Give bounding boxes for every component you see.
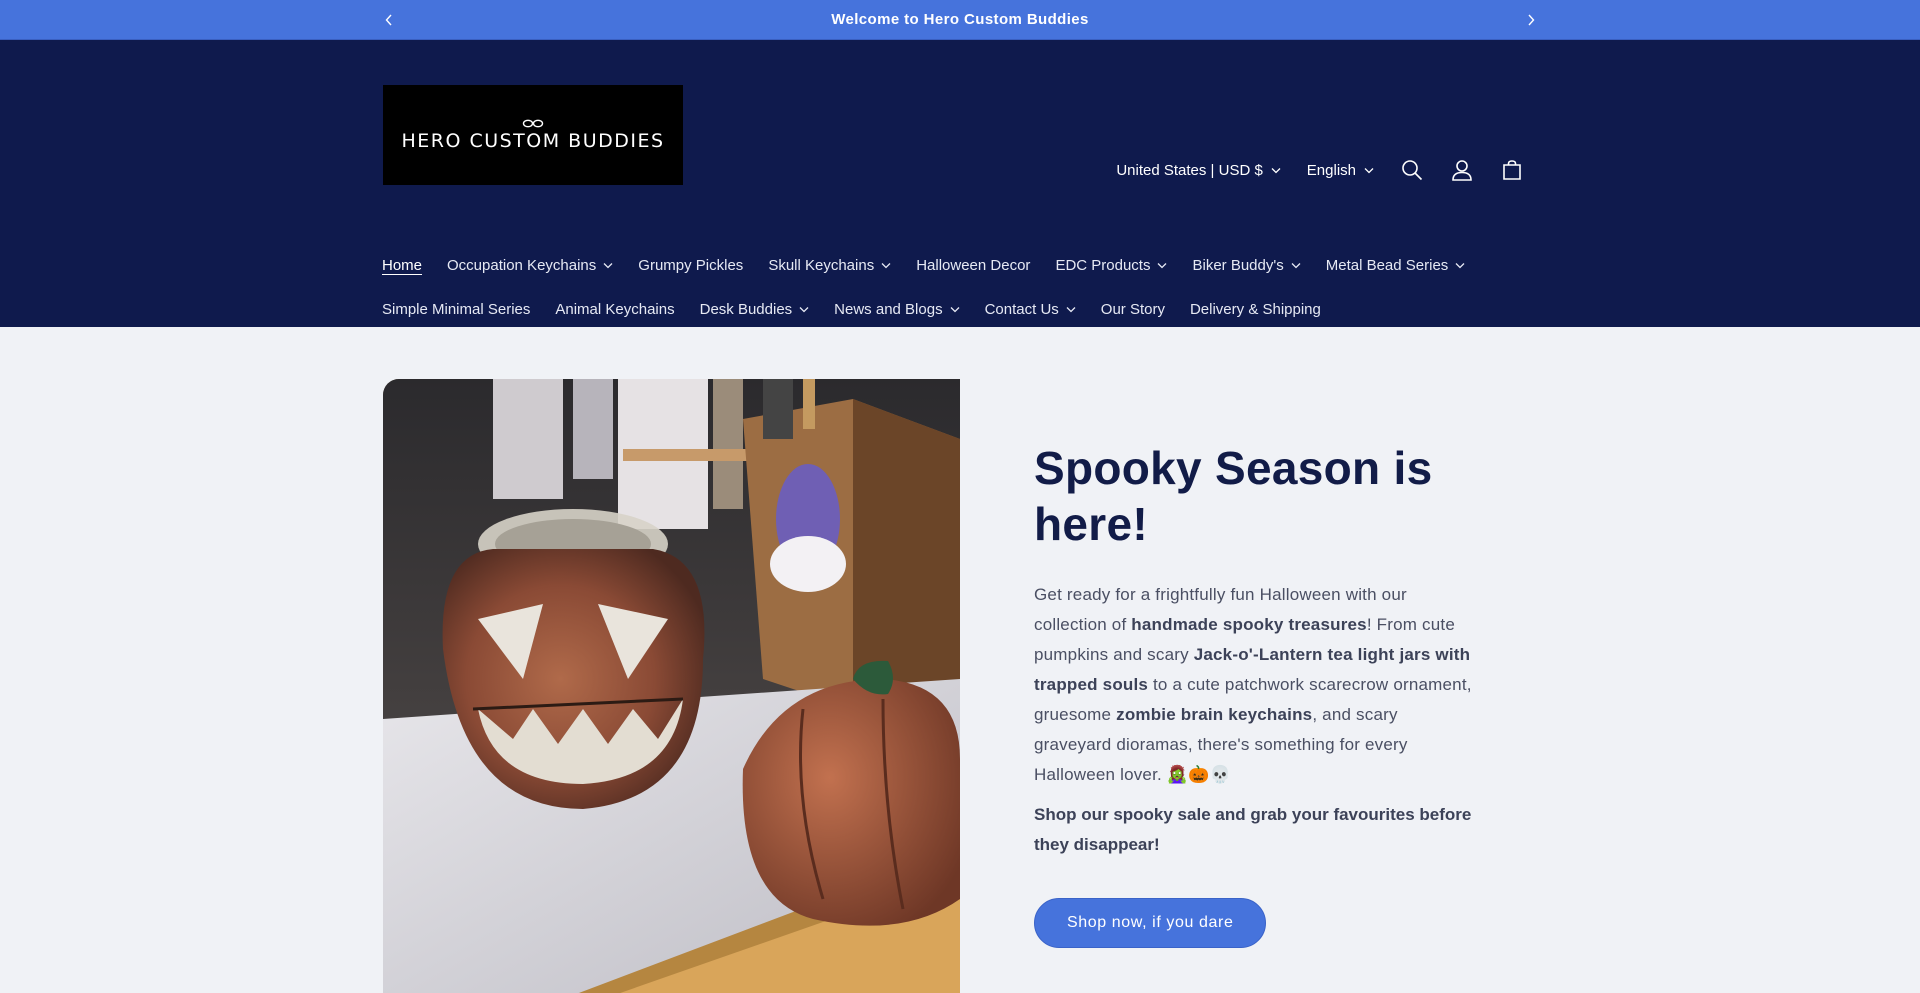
nav-item-label: Halloween Decor: [916, 256, 1031, 274]
nav-row: Home Occupation Keychains Grumpy Pickles Sk…: [382, 245, 1542, 285]
nav-item-simple-minimal-series[interactable]: Simple Minimal Series: [382, 301, 530, 318]
halloween-emoji: 🧟‍♀️🎃💀: [1166, 765, 1231, 784]
chevron-down-icon: [1271, 167, 1281, 173]
jack-o-lantern-photo: [383, 379, 960, 993]
nav-item-label: EDC Products: [1055, 256, 1151, 274]
nav-item-animal-keychains[interactable]: Animal Keychains: [555, 301, 674, 318]
language-selector-label: English: [1306, 161, 1356, 179]
cart-icon: [1503, 160, 1521, 180]
nav-item-label: Home: [382, 256, 423, 274]
site-header: HERO CUSTOM BUDDIES United States | USD …: [0, 40, 1920, 327]
nav-item-grumpy-pickles[interactable]: Grumpy Pickles: [638, 257, 743, 274]
logo-text: HERO CUSTOM BUDDIES: [401, 130, 665, 152]
chevron-right-icon: [1528, 14, 1535, 26]
chevron-down-icon: [603, 262, 613, 268]
chevron-down-icon: [1158, 262, 1167, 268]
country-selector[interactable]: United States | USD $: [1110, 162, 1286, 179]
nav-item-label: Skull Keychains: [768, 256, 875, 274]
nav-item-biker-buddy-s[interactable]: Biker Buddy's: [1192, 256, 1301, 274]
nav-item-label: News and Blogs: [834, 300, 943, 318]
user-icon: [1452, 160, 1472, 181]
nav-item-label: Simple Minimal Series: [382, 300, 531, 318]
account-button[interactable]: [1444, 152, 1480, 188]
hero-image: [383, 379, 960, 993]
search-button[interactable]: [1394, 152, 1430, 188]
nav-row: Simple Minimal Series Animal Keychains Des…: [382, 289, 1542, 329]
announcement-prev-button[interactable]: [374, 0, 404, 40]
nav-item-occupation-keychains[interactable]: Occupation Keychains: [447, 257, 613, 274]
nav-item-label: Contact Us: [984, 300, 1059, 318]
announcement-message: Welcome to Hero Custom Buddies: [831, 11, 1089, 28]
nav-item-desk-buddies[interactable]: Desk Buddies: [700, 301, 810, 318]
nav-item-news-and-blogs[interactable]: News and Blogs: [834, 300, 960, 318]
nav-item-label: Our Story: [1100, 300, 1165, 318]
chevron-down-icon: [1364, 167, 1374, 173]
nav-item-label: Occupation Keychains: [447, 256, 597, 274]
glasses-logo-icon: [522, 119, 544, 128]
country-selector-label: United States | USD $: [1116, 161, 1263, 179]
nav-item-label: Biker Buddy's: [1192, 256, 1284, 274]
hero-body-bold: handmade spooky treasures: [1131, 615, 1367, 634]
hero-cta-text: Shop our spooky sale and grab your favou…: [1034, 805, 1472, 854]
chevron-down-icon: [950, 306, 960, 312]
main-nav: Home Occupation Keychains Grumpy Pickles Sk…: [382, 245, 1542, 329]
language-selector[interactable]: English: [1301, 162, 1380, 179]
announcement-next-button[interactable]: [1516, 0, 1546, 40]
site-logo[interactable]: HERO CUSTOM BUDDIES: [383, 85, 683, 185]
nav-item-our-story[interactable]: Our Story: [1101, 301, 1165, 318]
hero-section: Spooky Season is here! Get ready for a f…: [0, 327, 1920, 993]
nav-item-edc-products[interactable]: EDC Products: [1055, 257, 1167, 274]
nav-item-delivery-shipping[interactable]: Delivery & Shipping: [1190, 301, 1321, 318]
hero-body: Get ready for a frightfully fun Hallowee…: [1034, 580, 1474, 790]
chevron-down-icon: [1455, 262, 1465, 268]
chevron-down-icon: [881, 262, 891, 268]
announcement-bar: Welcome to Hero Custom Buddies: [0, 0, 1920, 40]
hero-content: Spooky Season is here! Get ready for a f…: [1034, 440, 1474, 948]
shop-now-button[interactable]: Shop now, if you dare: [1034, 898, 1267, 948]
nav-item-label: Grumpy Pickles: [638, 256, 744, 274]
nav-item-contact-us[interactable]: Contact Us: [985, 301, 1076, 318]
nav-item-home[interactable]: Home: [382, 257, 422, 274]
hero-title: Spooky Season is here!: [1034, 442, 1433, 550]
chevron-down-icon: [1066, 306, 1076, 312]
nav-item-label: Desk Buddies: [699, 300, 793, 318]
nav-item-label: Delivery & Shipping: [1189, 300, 1321, 318]
hero-body-bold: zombie brain keychains: [1116, 705, 1313, 724]
nav-item-halloween-decor[interactable]: Halloween Decor: [916, 257, 1030, 274]
nav-item-skull-keychains[interactable]: Skull Keychains: [768, 257, 891, 274]
nav-item-metal-bead-series[interactable]: Metal Bead Series: [1326, 257, 1466, 274]
search-icon: [1402, 160, 1423, 181]
chevron-down-icon: [799, 306, 809, 312]
nav-item-label: Metal Bead Series: [1325, 256, 1449, 274]
chevron-left-icon: [385, 14, 392, 26]
chevron-down-icon: [1291, 262, 1301, 268]
cart-button[interactable]: [1494, 152, 1530, 188]
header-tools: United States | USD $ English: [1110, 150, 1530, 190]
nav-item-label: Animal Keychains: [555, 300, 675, 318]
